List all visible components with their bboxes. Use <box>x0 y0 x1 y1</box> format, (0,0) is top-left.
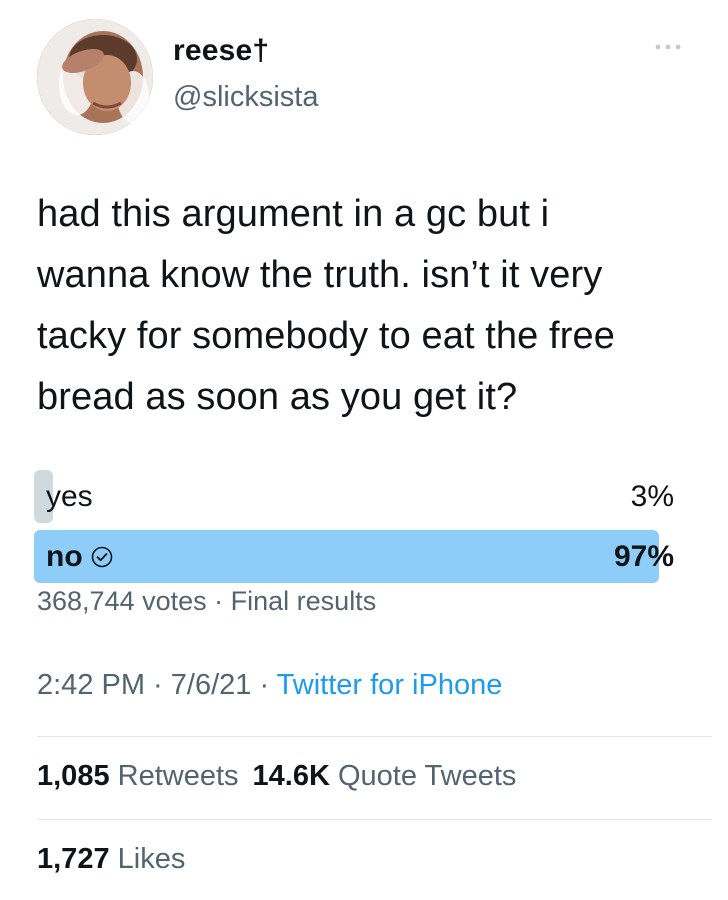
divider <box>37 736 712 737</box>
quote-tweets-stat[interactable]: 14.6K Quote Tweets <box>253 760 517 792</box>
display-name[interactable]: reese† <box>173 34 269 68</box>
tweet-text-line: tacky for somebody to eat the free <box>37 315 615 357</box>
poll-option-percent: 97% <box>613 540 674 573</box>
tweet-text-line: bread as soon as you get it? <box>37 376 518 418</box>
likes-label: Likes <box>117 843 186 875</box>
poll-option-no: no 97% <box>34 530 678 583</box>
retweets-count: 1,085 <box>37 760 110 792</box>
poll-meta: 368,744 votes · Final results <box>37 586 376 617</box>
timestamp: 2:42 PM · 7/6/21 · Twitter for iPhone <box>37 669 502 702</box>
tweet-time[interactable]: 2:42 PM <box>37 669 145 701</box>
tweet-date[interactable]: 7/6/21 <box>171 669 252 701</box>
poll-option-label: no <box>46 540 113 574</box>
separator: · <box>145 669 171 701</box>
poll-option-text: yes <box>46 480 93 513</box>
poll-bar <box>34 530 659 583</box>
poll: yes 3% no 97% <box>34 470 678 590</box>
tweet: reese† @slicksista had this argument in … <box>0 0 728 900</box>
avatar[interactable] <box>37 19 153 135</box>
tweet-text-line: had this argument in a gc but i <box>37 193 550 235</box>
tweet-text-line: wanna know the truth. isn’t it very <box>37 254 603 296</box>
poll-option-percent: 3% <box>630 480 674 513</box>
avatar-image <box>37 19 153 135</box>
poll-option-text: no <box>46 540 83 573</box>
retweets-stat[interactable]: 1,085 Retweets <box>37 760 239 792</box>
quote-tweets-count: 14.6K <box>252 760 330 792</box>
poll-option-yes: yes 3% <box>34 470 678 523</box>
user-handle[interactable]: @slicksista <box>173 81 318 114</box>
likes-count: 1,727 <box>37 843 110 875</box>
poll-option-label: yes <box>46 480 93 514</box>
engagement-stats: 1,085 Retweets 14.6K Quote Tweets <box>37 760 530 793</box>
separator: · <box>251 669 277 701</box>
check-circle-icon <box>91 546 112 568</box>
divider <box>37 819 712 820</box>
likes-stats: 1,727 Likes <box>37 843 199 876</box>
likes-stat[interactable]: 1,727 Likes <box>37 843 185 875</box>
poll-votes: 368,744 votes <box>37 586 207 616</box>
tweet-source-link[interactable]: Twitter for iPhone <box>277 669 503 701</box>
retweets-label: Retweets <box>117 760 239 792</box>
tweet-text: had this argument in a gc but i wanna kn… <box>37 184 707 428</box>
poll-status: Final results <box>230 586 377 616</box>
more-icon[interactable] <box>653 40 683 54</box>
quote-tweets-label: Quote Tweets <box>337 760 517 792</box>
separator: · <box>206 586 231 616</box>
